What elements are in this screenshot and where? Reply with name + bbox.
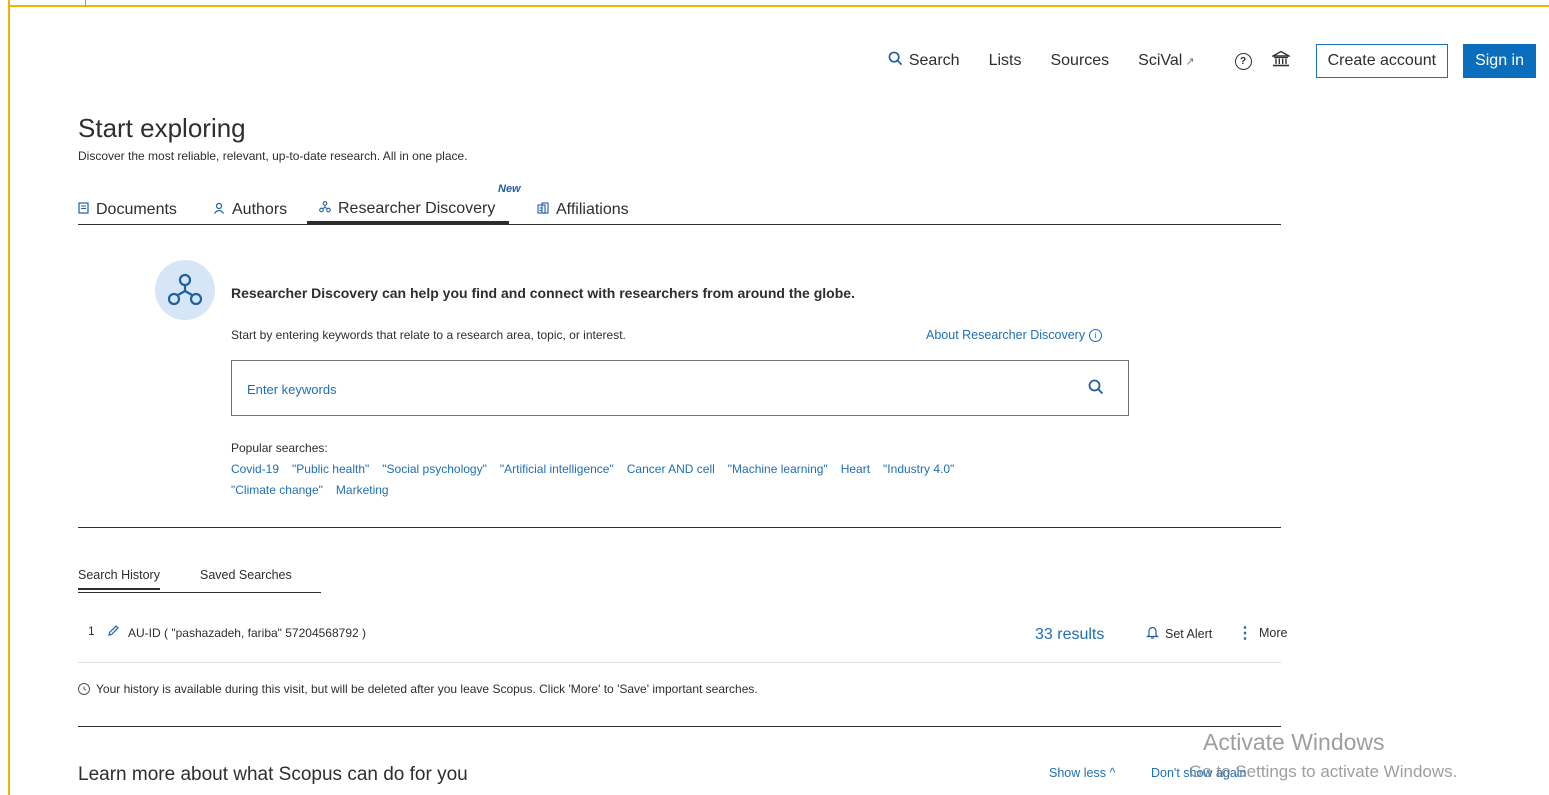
clock-icon	[78, 683, 90, 695]
popular-search-link[interactable]: "Machine learning"	[728, 462, 828, 476]
window-frame-left	[8, 0, 10, 795]
new-badge: New	[498, 183, 521, 195]
show-less-link[interactable]: Show less ^	[1049, 766, 1115, 780]
page-subtitle: Discover the most reliable, relevant, up…	[78, 149, 468, 163]
popular-search-link[interactable]: "Social psychology"	[382, 462, 487, 476]
history-note-text: Your history is available during this vi…	[96, 682, 758, 696]
popular-search-link[interactable]: Covid-19	[231, 462, 279, 476]
history-tabs: Search History Saved Searches	[78, 568, 321, 593]
about-link-label: About Researcher Discovery	[926, 328, 1086, 342]
activate-windows-watermark-subtitle: Go to Settings to activate Windows.	[1189, 762, 1458, 781]
set-alert-button[interactable]: Set Alert	[1146, 625, 1212, 642]
set-alert-label: Set Alert	[1165, 626, 1213, 641]
popular-search-link[interactable]: Marketing	[336, 483, 389, 497]
about-researcher-discovery-link[interactable]: About Researcher Discovery i	[926, 328, 1103, 342]
more-menu-button[interactable]: ⋮ More	[1237, 623, 1287, 643]
search-submit-icon[interactable]	[1088, 379, 1106, 397]
more-vertical-icon: ⋮	[1237, 625, 1253, 642]
keyword-search-input[interactable]	[245, 361, 1069, 417]
nav-lists-link[interactable]: Lists	[989, 52, 1022, 70]
sign-in-button[interactable]: Sign in	[1463, 44, 1536, 78]
tab-authors[interactable]: Authors	[213, 196, 287, 223]
popular-searches-label: Popular searches:	[231, 441, 328, 455]
popular-search-link[interactable]: "Industry 4.0"	[883, 462, 954, 476]
popular-search-link[interactable]: "Public health"	[292, 462, 369, 476]
search-type-tabs: Documents Authors Researcher Discovery N…	[78, 183, 1281, 225]
bell-icon	[1146, 625, 1159, 642]
activate-windows-watermark-title: Activate Windows	[1203, 729, 1385, 755]
popular-search-link[interactable]: Cancer AND cell	[627, 462, 715, 476]
popular-searches-row-2: "Climate change" Marketing	[231, 483, 402, 497]
top-navigation: Search Lists Sources SciVal ↗ ? Create a…	[888, 44, 1536, 78]
history-results-link[interactable]: 33 results	[1035, 626, 1104, 644]
tab-affiliations[interactable]: Affiliations	[537, 196, 629, 223]
info-icon: i	[1089, 328, 1103, 342]
document-icon	[78, 202, 89, 217]
more-label: More	[1259, 626, 1288, 640]
tab-authors-label: Authors	[232, 200, 288, 218]
institution-icon[interactable]	[1269, 50, 1292, 73]
nav-search-link[interactable]: Search	[888, 51, 960, 71]
section-divider	[78, 527, 1281, 528]
window-frame-top	[8, 5, 1549, 7]
nav-sources-link[interactable]: Sources	[1050, 52, 1109, 70]
network-icon	[319, 201, 331, 216]
cursor-mark	[85, 0, 86, 6]
person-icon	[213, 202, 225, 217]
tab-search-history[interactable]: Search History	[78, 568, 160, 590]
tab-documents[interactable]: Documents	[78, 196, 177, 223]
keyword-search-box	[231, 360, 1129, 417]
popular-searches-row-1: Covid-19 "Public health" "Social psychol…	[231, 462, 967, 476]
help-icon[interactable]: ?	[1234, 52, 1252, 70]
discovery-headline: Researcher Discovery can help you find a…	[231, 285, 855, 301]
create-account-button[interactable]: Create account	[1315, 44, 1449, 78]
nav-scival-link[interactable]: SciVal ↗	[1138, 52, 1194, 70]
nav-search-label: Search	[908, 52, 960, 69]
history-note: Your history is available during this vi…	[78, 682, 758, 696]
tab-documents-label: Documents	[96, 200, 177, 218]
tab-researcher-discovery[interactable]: Researcher Discovery	[307, 196, 510, 224]
section-divider	[78, 726, 1281, 727]
popular-search-link[interactable]: "Climate change"	[231, 483, 323, 497]
tab-affiliations-label: Affiliations	[556, 200, 629, 218]
researcher-network-icon	[155, 260, 215, 320]
popular-search-link[interactable]: "Artificial intelligence"	[500, 462, 614, 476]
learn-more-heading: Learn more about what Scopus can do for …	[78, 764, 468, 785]
discovery-instructions: Start by entering keywords that relate t…	[231, 328, 626, 342]
edit-icon[interactable]	[107, 624, 120, 640]
building-icon	[537, 202, 549, 217]
search-icon	[888, 51, 903, 71]
nav-scival-label: SciVal	[1138, 52, 1183, 69]
tab-saved-searches[interactable]: Saved Searches	[200, 568, 292, 582]
history-row: 1 AU-ID ( "pashazadeh, fariba" 572045687…	[78, 620, 1287, 663]
popular-search-link[interactable]: Heart	[841, 462, 870, 476]
page-title: Start exploring	[78, 113, 246, 143]
history-query[interactable]: AU-ID ( "pashazadeh, fariba" 57204568792…	[128, 626, 366, 640]
tab-researcher-discovery-label: Researcher Discovery	[338, 199, 496, 217]
history-row-number: 1	[88, 624, 95, 638]
external-link-icon: ↗	[1185, 55, 1195, 68]
